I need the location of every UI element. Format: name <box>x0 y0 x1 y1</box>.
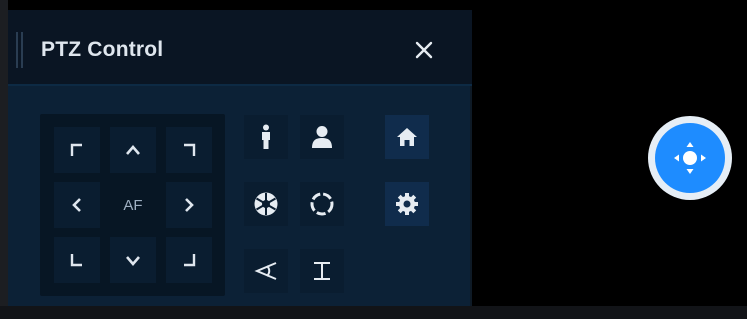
settings-button[interactable] <box>385 182 429 226</box>
focus-ring-button[interactable] <box>300 182 344 226</box>
person-standing-button[interactable] <box>244 115 288 159</box>
corner-up-left-icon <box>70 143 82 156</box>
pan-up-right-button[interactable] <box>166 127 212 173</box>
pan-up-left-button[interactable] <box>54 127 100 173</box>
chevron-left-icon <box>72 198 81 212</box>
person-bust-icon <box>312 126 332 148</box>
aperture-icon <box>254 192 278 216</box>
chevron-down-icon <box>126 256 140 266</box>
tilt-up-button[interactable] <box>110 127 156 173</box>
pan-right-button[interactable] <box>166 182 212 228</box>
autofocus-button[interactable]: AF <box>110 182 156 228</box>
pan-down-right-button[interactable] <box>166 237 212 283</box>
bottom-edge-strip <box>0 306 747 319</box>
dashed-circle-icon <box>310 192 334 216</box>
autofocus-label: AF <box>123 196 143 214</box>
home-button[interactable] <box>385 115 429 159</box>
direction-pad: AF <box>40 114 225 296</box>
person-standing-icon <box>262 124 270 149</box>
pan-left-button[interactable] <box>54 182 100 228</box>
corner-down-right-icon <box>184 254 196 267</box>
left-edge-strip <box>0 0 8 319</box>
iris-button[interactable] <box>244 182 288 226</box>
corner-down-left-icon <box>70 254 82 267</box>
ptz-control-panel: PTZ Control AF <box>8 10 472 306</box>
panel-titlebar[interactable]: PTZ Control <box>8 10 472 86</box>
close-button[interactable] <box>406 32 442 68</box>
angle-icon <box>254 262 277 280</box>
corner-up-right-icon <box>184 143 196 156</box>
panel-title: PTZ Control <box>41 38 164 61</box>
person-bust-button[interactable] <box>300 115 344 159</box>
drag-handle-icon[interactable] <box>16 32 24 68</box>
ptz-floating-button-inner <box>655 123 725 193</box>
ptz-floating-button[interactable] <box>648 116 732 200</box>
chevron-up-icon <box>126 145 140 155</box>
pan-down-left-button[interactable] <box>54 237 100 283</box>
zoom-angle-button[interactable] <box>244 249 288 293</box>
chevron-right-icon <box>185 198 194 212</box>
bracket-icon <box>314 262 330 280</box>
ptz-move-icon <box>674 142 706 174</box>
range-button[interactable] <box>300 249 344 293</box>
gear-icon <box>396 193 418 215</box>
home-icon <box>397 128 417 146</box>
close-icon <box>415 41 433 59</box>
tilt-down-button[interactable] <box>110 237 156 283</box>
